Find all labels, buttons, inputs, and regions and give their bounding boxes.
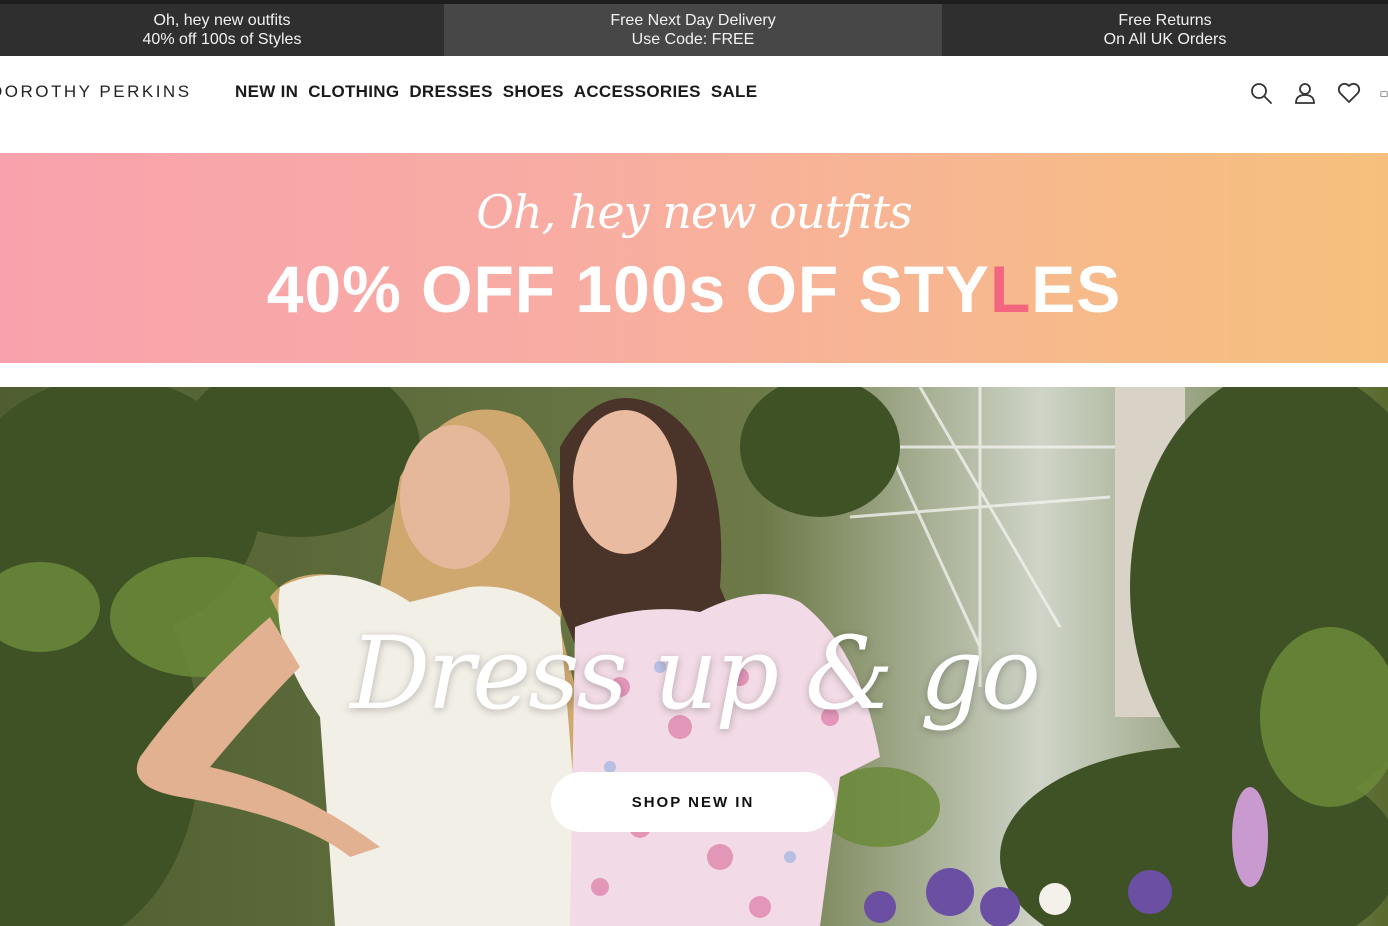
promo-returns-line2: On All UK Orders <box>1103 31 1227 48</box>
promo-returns[interactable]: Free Returns On All UK Orders <box>942 4 1388 56</box>
nav-dresses[interactable]: DRESSES <box>409 82 492 102</box>
bag-icon[interactable] <box>1380 80 1388 106</box>
banner-headline-part1: 40% OFF 100s OF STY <box>266 252 990 326</box>
promo-offer-line1: Oh, hey new outfits <box>153 12 291 29</box>
promo-strip: Oh, hey new outfits 40% off 100s of Styl… <box>0 0 1388 56</box>
hero-section: Dress up & go SHOP NEW IN <box>0 387 1388 926</box>
site-logo[interactable]: DOROTHY PERKINS <box>0 82 192 102</box>
nav-accessories[interactable]: ACCESSORIES <box>574 82 701 102</box>
promo-returns-line1: Free Returns <box>1118 12 1212 29</box>
promo-delivery[interactable]: Free Next Day Delivery Use Code: FREE <box>444 4 942 56</box>
promo-offer-line2: 40% off 100s of Styles <box>142 31 302 48</box>
promo-delivery-line1: Free Next Day Delivery <box>610 12 776 29</box>
promo-delivery-line2: Use Code: FREE <box>631 31 755 48</box>
header-icons <box>1248 80 1388 106</box>
promo-banner[interactable]: Oh, hey new outfits 40% OFF 100s OF STYL… <box>0 153 1388 363</box>
site-header: DOROTHY PERKINS NEW IN CLOTHING DRESSES … <box>0 56 1388 128</box>
search-icon[interactable] <box>1248 80 1274 106</box>
account-icon[interactable] <box>1292 80 1318 106</box>
nav-clothing[interactable]: CLOTHING <box>308 82 399 102</box>
nav-new-in[interactable]: NEW IN <box>235 82 298 102</box>
nav-sale[interactable]: SALE <box>711 82 758 102</box>
hero-title: Dress up & go <box>350 615 1041 732</box>
promo-offer[interactable]: Oh, hey new outfits 40% off 100s of Styl… <box>0 4 444 56</box>
main-nav: NEW IN CLOTHING DRESSES SHOES ACCESSORIE… <box>235 82 757 102</box>
shop-new-in-button[interactable]: SHOP NEW IN <box>551 772 835 832</box>
nav-shoes[interactable]: SHOES <box>503 82 564 102</box>
banner-headline-part2: ES <box>1031 252 1122 326</box>
banner-headline-accent: L <box>989 252 1032 326</box>
banner-script-text: Oh, hey new outfits <box>476 185 913 239</box>
wishlist-icon[interactable] <box>1336 80 1362 106</box>
banner-headline: 40% OFF 100s OF STYLES <box>0 251 1388 327</box>
